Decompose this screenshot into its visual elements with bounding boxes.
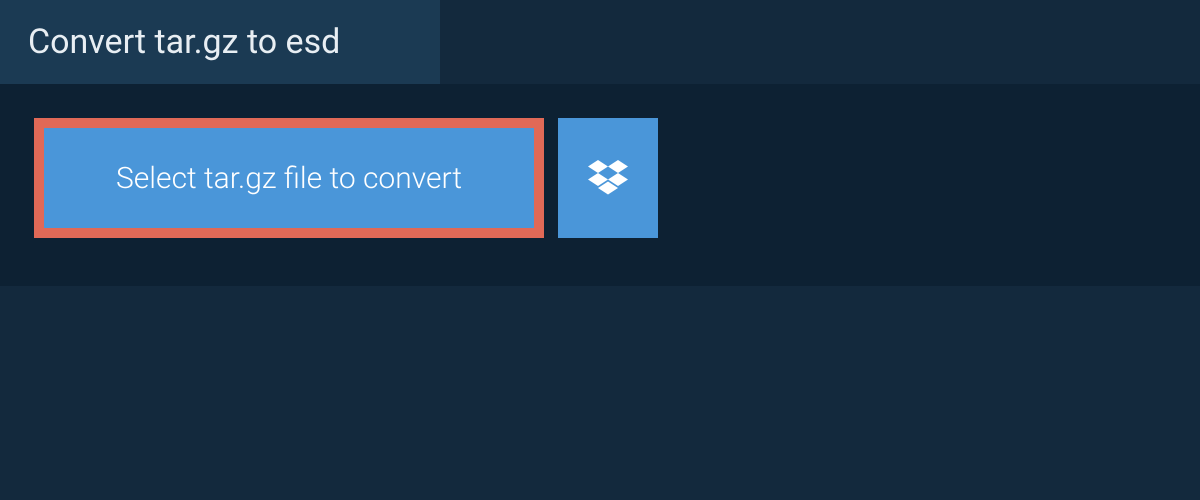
page-title: Convert tar.gz to esd <box>28 22 412 62</box>
spacer <box>0 286 1200 486</box>
select-file-label: Select tar.gz file to convert <box>116 161 462 196</box>
upload-section: Select tar.gz file to convert <box>0 84 1200 286</box>
select-file-button[interactable]: Select tar.gz file to convert <box>34 118 544 238</box>
dropbox-button[interactable] <box>558 118 658 238</box>
dropbox-icon <box>588 160 628 196</box>
page-header-tab: Convert tar.gz to esd <box>0 0 440 84</box>
